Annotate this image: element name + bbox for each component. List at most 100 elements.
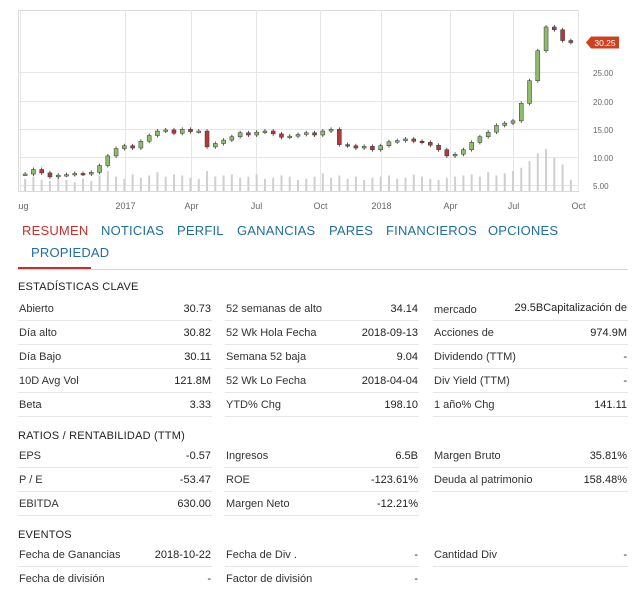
volume-bar — [346, 178, 349, 191]
volume-bar — [462, 175, 465, 191]
tab-ganancias[interactable]: GANANCIAS — [237, 223, 315, 238]
stat-label: Cantidad Div — [434, 549, 497, 561]
tab-financieros[interactable]: FINANCIEROS — [386, 223, 477, 238]
volume-bar — [445, 177, 448, 191]
y-tick-label: 20.00 — [593, 98, 614, 107]
candle-body — [527, 80, 532, 104]
volume-bar — [321, 173, 324, 191]
volume-bar — [387, 175, 390, 191]
volume-bar — [280, 175, 283, 191]
volume-bar — [65, 179, 68, 191]
volume-bar — [32, 176, 35, 191]
price-chart[interactable]: 5.00 10.00 15.00 20.00 25.00 Aug 2017 Apr Jul Oct… — [18, 8, 628, 213]
stat-label: 52 semanas de alto — [226, 303, 323, 315]
candle-body — [113, 148, 119, 157]
stat-value: 30.73 — [183, 303, 211, 315]
volume-bar — [148, 175, 151, 191]
tab-noticias[interactable]: NOTICIAS — [101, 223, 164, 238]
candle-body — [394, 140, 400, 143]
tab-opciones[interactable]: OPCIONES — [488, 223, 558, 238]
volume-bar — [330, 177, 333, 191]
volume-bar — [48, 181, 51, 191]
candle-body — [254, 131, 259, 136]
stat-row: Factor de división - — [225, 567, 419, 591]
candle-body — [411, 138, 417, 142]
stat-value: 2018-09-13 — [361, 327, 418, 339]
stat-label: Fecha de Ganancias — [19, 549, 121, 561]
candle-body — [403, 138, 408, 141]
stat-value: 630.00 — [177, 498, 211, 510]
candle-body — [320, 130, 326, 136]
x-tick-label: 2018 — [371, 201, 391, 211]
stat-value: -53.47 — [179, 474, 211, 486]
x-tick-label: Oct — [571, 201, 586, 211]
stat-label: Abierto — [19, 303, 54, 315]
candle-body — [419, 140, 425, 143]
candle-body — [39, 169, 44, 174]
stat-label: 52 Wk Hola Fecha — [226, 327, 317, 339]
stat-label: Semana 52 baja — [226, 351, 307, 363]
candle-body — [477, 136, 483, 143]
ratios-title: RATIOS / RENTABILIDAD (TTM) — [18, 430, 185, 442]
stat-row: mercado 29.5BCapitalización de — [433, 297, 628, 321]
y-tick-label: 10.00 — [593, 154, 614, 163]
stat-value: - — [623, 375, 627, 387]
candle-body — [270, 130, 276, 135]
candle-body — [510, 120, 516, 124]
volume-bar — [139, 177, 142, 191]
stat-label: YTD% Chg — [226, 399, 282, 411]
stat-value: -123.61% — [370, 474, 418, 486]
stat-value: 198.10 — [384, 399, 418, 411]
candle-body — [138, 140, 144, 149]
volume-bar — [181, 175, 184, 191]
stat-value: 141.11 — [594, 399, 627, 411]
volume-bar — [172, 174, 175, 191]
tab-propiedad[interactable]: PROPIEDAD — [31, 245, 109, 260]
stat-value: 30.11 — [184, 351, 211, 363]
candle-body — [295, 134, 301, 137]
candle-body — [378, 145, 383, 150]
stat-label: 52 Wk Lo Fecha — [226, 375, 307, 387]
candle-body — [312, 132, 317, 136]
volume-bar — [503, 173, 506, 191]
stat-label: Dividendo (TTM) — [434, 351, 516, 363]
volume-bar — [363, 179, 366, 191]
stat-label: P / E — [19, 474, 43, 486]
stat-value: 158.48% — [583, 474, 627, 486]
candle-body — [560, 29, 565, 41]
stat-label: Beta — [19, 399, 42, 411]
stat-label: Día alto — [19, 327, 57, 339]
volume-bar — [437, 179, 440, 191]
tab-perfil[interactable]: PERFIL — [177, 223, 224, 238]
stat-row: Margen Bruto 35.81% — [433, 444, 628, 468]
stat-row: Deuda al patrimonio 158.48% — [433, 468, 628, 492]
stat-value: 3.33 — [189, 399, 211, 411]
volume-bar — [40, 179, 43, 191]
candle-body — [47, 172, 53, 178]
stat-label: 10D Avg Vol — [19, 375, 79, 387]
candle-body — [80, 173, 86, 176]
volume-bar — [288, 176, 291, 191]
volume-bar — [90, 181, 93, 191]
tab-pares[interactable]: PARES — [329, 223, 373, 238]
volume-bar — [412, 174, 415, 191]
candle-body — [171, 129, 177, 134]
last-price-label: 30.25 — [594, 38, 616, 48]
stat-label: ROE — [226, 474, 250, 486]
stat-row: 52 Wk Hola Fecha 2018-09-13 — [225, 321, 419, 345]
volume-bar — [470, 174, 473, 191]
candle-body — [163, 129, 168, 132]
candle-body — [89, 172, 94, 175]
stat-label: Div Yield (TTM) — [434, 375, 510, 387]
stat-row: Cantidad Div - — [433, 543, 628, 567]
tab-resumen[interactable]: RESUMEN — [22, 223, 88, 238]
stat-value: - — [623, 351, 627, 363]
candle-body — [428, 142, 433, 146]
volume-bar — [214, 176, 217, 191]
stat-value: 34.14 — [390, 303, 418, 315]
volume-bar — [561, 164, 564, 191]
candle-body — [436, 144, 441, 150]
candle-body — [452, 153, 458, 157]
stat-value: 9.04 — [396, 351, 418, 363]
volume-bar — [297, 179, 299, 191]
